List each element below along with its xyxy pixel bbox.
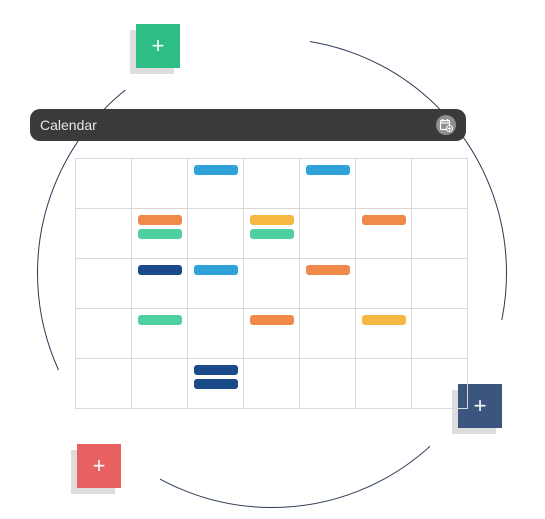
- event-pill[interactable]: [138, 229, 182, 239]
- calendar-cell[interactable]: [300, 359, 356, 409]
- event-pill[interactable]: [362, 315, 406, 325]
- calendar-cell[interactable]: [76, 309, 132, 359]
- calendar-cell[interactable]: [244, 259, 300, 309]
- add-tile-green[interactable]: +: [136, 24, 180, 68]
- calendar-cell[interactable]: [244, 359, 300, 409]
- event-pill[interactable]: [250, 215, 294, 225]
- plus-icon: +: [93, 453, 106, 479]
- calendar-cell[interactable]: [412, 309, 468, 359]
- calendar-cell[interactable]: [188, 159, 244, 209]
- event-pill[interactable]: [194, 379, 238, 389]
- calendar-cell[interactable]: [412, 159, 468, 209]
- event-pill[interactable]: [306, 165, 350, 175]
- event-pill[interactable]: [250, 315, 294, 325]
- calendar-add-icon[interactable]: [436, 115, 456, 135]
- calendar-cell[interactable]: [244, 309, 300, 359]
- event-pill[interactable]: [138, 315, 182, 325]
- calendar-cell[interactable]: [76, 359, 132, 409]
- plus-icon: +: [474, 393, 487, 419]
- calendar-cell[interactable]: [412, 259, 468, 309]
- calendar-cell[interactable]: [300, 259, 356, 309]
- calendar-cell[interactable]: [188, 209, 244, 259]
- calendar-cell[interactable]: [356, 359, 412, 409]
- calendar-cell[interactable]: [412, 359, 468, 409]
- calendar-cell[interactable]: [412, 209, 468, 259]
- event-pill[interactable]: [138, 215, 182, 225]
- plus-icon: +: [152, 33, 165, 59]
- calendar-grid: [75, 158, 468, 409]
- calendar-title: Calendar: [40, 117, 436, 133]
- calendar-cell[interactable]: [244, 159, 300, 209]
- calendar-cell[interactable]: [300, 309, 356, 359]
- event-pill[interactable]: [250, 229, 294, 239]
- calendar-cell[interactable]: [132, 259, 188, 309]
- event-pill[interactable]: [306, 265, 350, 275]
- calendar-cell[interactable]: [300, 159, 356, 209]
- calendar-cell[interactable]: [356, 159, 412, 209]
- calendar-cell[interactable]: [356, 259, 412, 309]
- calendar-cell[interactable]: [76, 209, 132, 259]
- calendar-cell[interactable]: [132, 359, 188, 409]
- event-pill[interactable]: [362, 215, 406, 225]
- event-pill[interactable]: [138, 265, 182, 275]
- calendar-cell[interactable]: [244, 209, 300, 259]
- calendar-header: Calendar: [30, 109, 466, 141]
- add-tile-red[interactable]: +: [77, 444, 121, 488]
- calendar-cell[interactable]: [76, 159, 132, 209]
- calendar-cell[interactable]: [300, 209, 356, 259]
- calendar-cell[interactable]: [132, 309, 188, 359]
- event-pill[interactable]: [194, 365, 238, 375]
- calendar-cell[interactable]: [356, 309, 412, 359]
- calendar-cell[interactable]: [76, 259, 132, 309]
- calendar-glyph: [439, 118, 453, 132]
- calendar-cell[interactable]: [132, 209, 188, 259]
- calendar-cell[interactable]: [356, 209, 412, 259]
- calendar-cell[interactable]: [188, 309, 244, 359]
- calendar-cell[interactable]: [132, 159, 188, 209]
- event-pill[interactable]: [194, 265, 238, 275]
- calendar-cell[interactable]: [188, 259, 244, 309]
- calendar-cell[interactable]: [188, 359, 244, 409]
- event-pill[interactable]: [194, 165, 238, 175]
